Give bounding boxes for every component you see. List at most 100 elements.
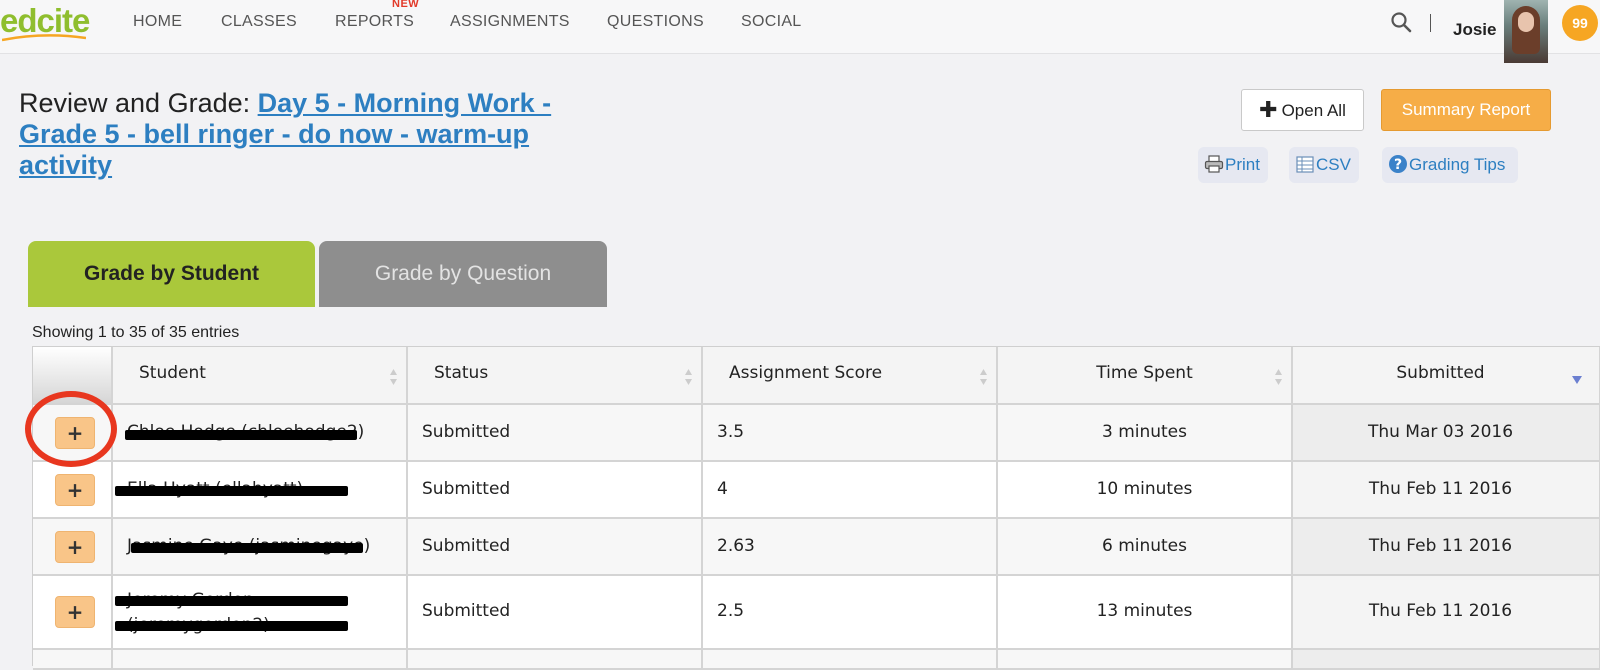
spreadsheet-icon xyxy=(1296,156,1314,173)
header-assignment-score[interactable]: Assignment Score xyxy=(703,347,998,405)
nav-divider xyxy=(1430,14,1431,32)
header-submitted[interactable]: Submitted xyxy=(1293,347,1600,405)
logo-swoosh-icon xyxy=(2,34,86,42)
annotation-circle xyxy=(25,391,117,467)
expand-row-button[interactable]: + xyxy=(55,474,95,506)
table-row-partial xyxy=(998,650,1293,670)
score-value: 4 xyxy=(717,479,728,499)
open-all-button[interactable]: ✚ Open All xyxy=(1241,89,1364,131)
table-row-partial xyxy=(33,650,113,670)
search-icon[interactable] xyxy=(1390,11,1412,33)
student-cell: Jasmine Gaye (jasminegaye) xyxy=(113,519,408,576)
user-name[interactable]: Josie xyxy=(1453,20,1496,40)
table-row-partial xyxy=(703,650,998,670)
student-cell: Chloe Hodge (chloehodge2) xyxy=(113,405,408,462)
score-value: 2.5 xyxy=(717,601,745,621)
summary-report-button[interactable]: Summary Report xyxy=(1381,89,1551,131)
header-student-label: Student xyxy=(139,363,206,383)
time-spent-value: 13 minutes xyxy=(1096,601,1193,621)
expand-row-button[interactable]: + xyxy=(55,596,95,628)
submitted-cell: Thu Feb 11 2016 xyxy=(1293,462,1600,519)
score-cell: 4 xyxy=(703,462,998,519)
time-spent-value: 3 minutes xyxy=(1101,422,1188,442)
status-cell: Submitted xyxy=(408,519,703,576)
points-badge[interactable]: 99 xyxy=(1562,5,1598,41)
expand-row-button[interactable]: + xyxy=(55,531,95,563)
tab-grade-by-student[interactable]: Grade by Student xyxy=(28,241,315,307)
student-cell: Ella Hyatt (ellahyatt) xyxy=(113,462,408,519)
status-cell: Submitted xyxy=(408,405,703,462)
csv-link[interactable]: CSV xyxy=(1289,147,1359,183)
nav-reports[interactable]: REPORTS xyxy=(335,12,414,32)
submitted-date: Thu Feb 11 2016 xyxy=(1368,479,1513,499)
svg-text:?: ? xyxy=(1394,157,1402,173)
avatar[interactable] xyxy=(1504,0,1548,63)
submitted-date: Thu Feb 11 2016 xyxy=(1368,601,1513,621)
page-title: Review and Grade: Day 5 - Morning Work -… xyxy=(19,88,619,181)
sort-icon xyxy=(1275,369,1282,385)
header-submitted-label: Submitted xyxy=(1396,363,1485,383)
grading-tips-label: Grading Tips xyxy=(1409,155,1506,174)
time-spent-cell: 13 minutes xyxy=(998,576,1293,650)
submitted-date: Thu Feb 11 2016 xyxy=(1368,536,1513,556)
status-value: Submitted xyxy=(422,479,511,499)
submitted-date: Thu Mar 03 2016 xyxy=(1367,422,1514,442)
summary-report-label: Summary Report xyxy=(1401,100,1531,119)
submitted-cell: Thu Feb 11 2016 xyxy=(1293,576,1600,650)
table-entries-info: Showing 1 to 35 of 35 entries xyxy=(32,324,240,341)
time-spent-value: 6 minutes xyxy=(1101,536,1188,556)
status-value: Submitted xyxy=(422,601,511,621)
status-cell: Submitted xyxy=(408,576,703,650)
tab-grade-by-question[interactable]: Grade by Question xyxy=(319,241,607,307)
table-row-2-expand-cell: + xyxy=(33,462,113,519)
sort-icon xyxy=(685,369,692,385)
table-row-partial xyxy=(1293,650,1600,670)
sort-icon xyxy=(390,369,397,385)
header-status[interactable]: Status xyxy=(408,347,703,405)
plus-icon: ✚ xyxy=(1259,97,1278,122)
redaction-mark xyxy=(125,430,357,440)
table-row-3-expand-cell: + xyxy=(33,519,113,576)
score-value: 2.63 xyxy=(717,536,755,556)
print-label: Print xyxy=(1225,155,1260,174)
time-spent-cell: 10 minutes xyxy=(998,462,1293,519)
redaction-mark xyxy=(115,486,348,496)
print-link[interactable]: Print xyxy=(1198,147,1268,183)
score-cell: 2.5 xyxy=(703,576,998,650)
header-time-spent[interactable]: Time Spent xyxy=(998,347,1293,405)
redaction-mark xyxy=(115,596,348,606)
table-row-4-expand-cell: + xyxy=(33,576,113,650)
score-cell: 2.63 xyxy=(703,519,998,576)
header-student[interactable]: Student xyxy=(113,347,408,405)
open-all-label: Open All xyxy=(1281,101,1346,120)
nav-questions[interactable]: QUESTIONS xyxy=(607,12,704,32)
printer-icon xyxy=(1204,155,1224,173)
time-spent-cell: 6 minutes xyxy=(998,519,1293,576)
nav-home[interactable]: HOME xyxy=(133,12,182,32)
redaction-mark xyxy=(115,621,348,631)
submitted-cell: Thu Mar 03 2016 xyxy=(1293,405,1600,462)
status-value: Submitted xyxy=(422,536,511,556)
nav-classes[interactable]: CLASSES xyxy=(221,12,297,32)
score-value: 3.5 xyxy=(717,422,745,442)
header-assignment-score-label: Assignment Score xyxy=(729,363,883,383)
help-icon: ? xyxy=(1389,155,1407,173)
grades-table: Student Status Assignment Score Time Spe… xyxy=(32,346,1600,670)
table-row-partial xyxy=(113,650,408,670)
status-value: Submitted xyxy=(422,422,511,442)
grading-tips-link[interactable]: ? Grading Tips xyxy=(1382,147,1518,183)
time-spent-value: 10 minutes xyxy=(1096,479,1193,499)
student-cell: Jeremy Gordon (jeremygordon2) xyxy=(113,576,408,650)
reports-new-badge: NEW xyxy=(392,0,420,10)
redaction-mark xyxy=(131,543,363,553)
top-navigation-bar: edcite HOME CLASSES REPORTS NEW ASSIGNME… xyxy=(0,0,1600,63)
nav-social[interactable]: SOCIAL xyxy=(741,12,802,32)
score-cell: 3.5 xyxy=(703,405,998,462)
time-spent-cell: 3 minutes xyxy=(998,405,1293,462)
csv-label: CSV xyxy=(1316,155,1351,174)
table-row-partial xyxy=(408,650,703,670)
nav-assignments[interactable]: ASSIGNMENTS xyxy=(450,12,570,32)
sort-descending-icon xyxy=(1572,376,1582,384)
edcite-logo[interactable]: edcite xyxy=(0,2,90,42)
header-status-label: Status xyxy=(434,363,489,383)
